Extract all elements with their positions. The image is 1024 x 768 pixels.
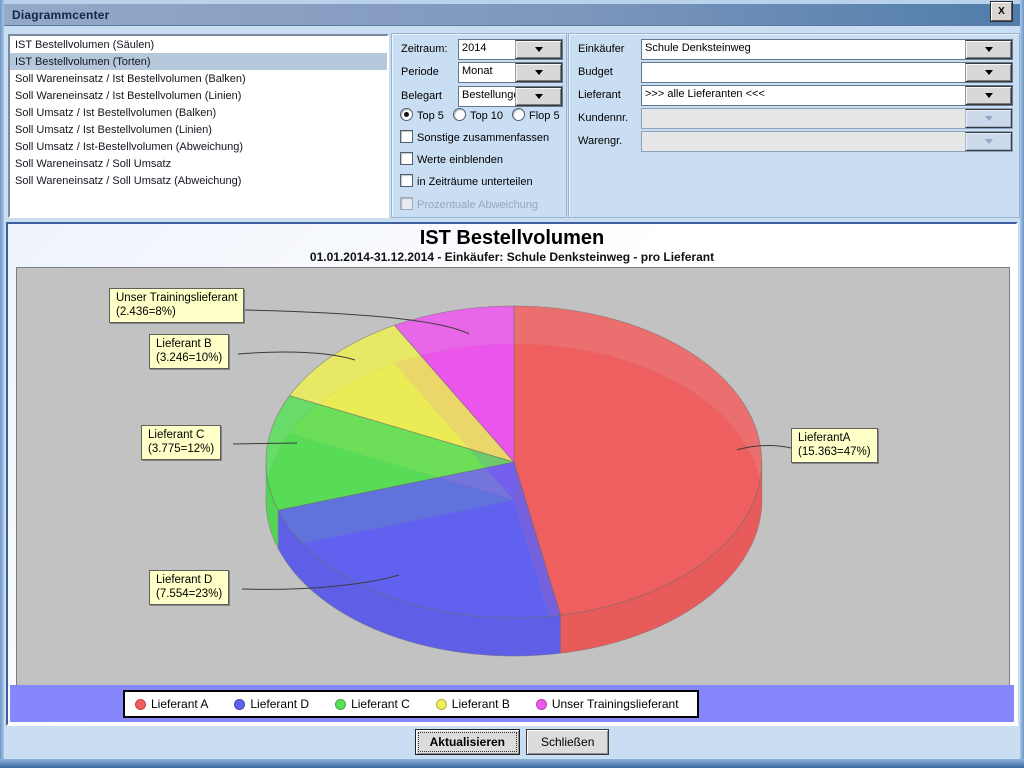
plot-area: Unser Trainingslieferant(2.436=8%) Liefe… bbox=[16, 267, 1010, 689]
legend-dot-icon bbox=[234, 699, 245, 710]
legend-label: Lieferant B bbox=[452, 697, 510, 711]
belegart-select[interactable]: Bestellungen bbox=[458, 86, 563, 107]
chart-type-option[interactable]: Soll Wareneinsatz / Ist Bestellvolumen (… bbox=[10, 87, 387, 104]
schliessen-button[interactable]: Schließen bbox=[526, 729, 609, 755]
chart-type-listbox[interactable]: IST Bestellvolumen (Säulen)IST Bestellvo… bbox=[8, 34, 389, 218]
belegart-label: Belegart bbox=[401, 90, 442, 102]
window-title-bar: Diagrammcenter bbox=[4, 4, 1020, 26]
budget-label: Budget bbox=[578, 66, 613, 78]
chart-type-option[interactable]: Soll Umsatz / Ist Bestellvolumen (Linien… bbox=[10, 121, 387, 138]
callout-lieferant-a: LieferantA(15.363=47%) bbox=[791, 428, 878, 463]
close-button[interactable]: X bbox=[991, 2, 1012, 21]
checkbox-zeitraeume[interactable]: in Zeiträume unterteilen bbox=[400, 174, 533, 188]
dropdown-arrow-icon[interactable] bbox=[515, 40, 562, 59]
window-frame-right bbox=[1020, 0, 1024, 768]
legend-label: Lieferant D bbox=[250, 697, 309, 711]
radio-icon[interactable] bbox=[512, 108, 525, 121]
checkbox-icon bbox=[400, 197, 413, 210]
legend-item: Lieferant A bbox=[135, 697, 208, 711]
window-frame-left bbox=[0, 0, 4, 768]
chart-subtitle: 01.01.2014-31.12.2014 - Einkäufer: Schul… bbox=[8, 250, 1016, 264]
callout-lieferant-b: Lieferant B(3.246=10%) bbox=[149, 334, 229, 369]
callout-trainingslieferant: Unser Trainingslieferant(2.436=8%) bbox=[109, 288, 244, 323]
einkaeufer-value: Schule Denksteinweg bbox=[642, 40, 965, 59]
chart-type-option[interactable]: Soll Umsatz / Ist Bestellvolumen (Balken… bbox=[10, 104, 387, 121]
radio-flop5[interactable]: Flop 5 bbox=[512, 108, 560, 122]
radio-top10[interactable]: Top 10 bbox=[453, 108, 503, 122]
chart-type-option[interactable]: IST Bestellvolumen (Torten) bbox=[10, 53, 387, 70]
radio-icon[interactable] bbox=[400, 108, 413, 121]
legend-dot-icon bbox=[436, 699, 447, 710]
chart-type-option[interactable]: Soll Umsatz / Ist-Bestellvolumen (Abweic… bbox=[10, 138, 387, 155]
periode-label: Periode bbox=[401, 66, 439, 78]
pie-chart bbox=[266, 306, 762, 656]
radio-top5[interactable]: Top 5 bbox=[400, 108, 444, 122]
periode-select[interactable]: Monat bbox=[458, 62, 563, 83]
legend-dot-icon bbox=[536, 699, 547, 710]
einkaeufer-label: Einkäufer bbox=[578, 43, 624, 55]
warengr-label: Warengr. bbox=[578, 135, 622, 147]
legend-item: Lieferant B bbox=[436, 697, 510, 711]
kundennr-label: Kundennr. bbox=[578, 112, 628, 124]
legend-label: Unser Trainingslieferant bbox=[552, 697, 679, 711]
callout-lieferant-c: Lieferant C(3.775=12%) bbox=[141, 425, 221, 460]
chart-panel: IST Bestellvolumen 01.01.2014-31.12.2014… bbox=[6, 222, 1018, 726]
kundennr-value bbox=[642, 109, 965, 128]
chart-legend: Lieferant A Lieferant D Lieferant C Liefera… bbox=[123, 690, 699, 718]
checkbox-icon[interactable] bbox=[400, 152, 413, 165]
dropdown-arrow-icon bbox=[965, 132, 1012, 151]
dropdown-arrow-icon[interactable] bbox=[965, 86, 1012, 105]
lieferant-select[interactable]: >>> alle Lieferanten <<< bbox=[641, 85, 1013, 106]
dropdown-arrow-icon[interactable] bbox=[515, 63, 562, 82]
legend-item: Unser Trainingslieferant bbox=[536, 697, 679, 711]
warengr-select bbox=[641, 131, 1013, 152]
checkbox-icon[interactable] bbox=[400, 130, 413, 143]
chart-title: IST Bestellvolumen bbox=[8, 227, 1016, 250]
zeitraum-select[interactable]: 2014 bbox=[458, 39, 563, 60]
einkaeufer-select[interactable]: Schule Denksteinweg bbox=[641, 39, 1013, 60]
checkbox-sonstige[interactable]: Sonstige zusammenfassen bbox=[400, 130, 549, 144]
legend-item: Lieferant C bbox=[335, 697, 410, 711]
pie-svg bbox=[17, 268, 1009, 688]
legend-item: Lieferant D bbox=[234, 697, 309, 711]
lieferant-value: >>> alle Lieferanten <<< bbox=[642, 86, 965, 105]
callout-lieferant-d: Lieferant D(7.554=23%) bbox=[149, 570, 229, 605]
footer: Aktualisieren Schließen bbox=[0, 729, 1024, 755]
filter-group: Zeitraum: 2014 Periode Monat Belegart Be… bbox=[391, 33, 567, 218]
budget-value bbox=[642, 63, 965, 82]
dropdown-arrow-icon[interactable] bbox=[965, 63, 1012, 82]
dropdown-arrow-icon bbox=[965, 109, 1012, 128]
belegart-value: Bestellungen bbox=[459, 87, 515, 106]
zeitraum-value: 2014 bbox=[459, 40, 515, 59]
legend-dot-icon bbox=[135, 699, 146, 710]
checkbox-prozentuale: Prozentuale Abweichung bbox=[400, 197, 538, 211]
warengr-value bbox=[642, 132, 965, 151]
aktualisieren-button[interactable]: Aktualisieren bbox=[415, 729, 520, 755]
dropdown-arrow-icon[interactable] bbox=[515, 87, 562, 106]
checkbox-werte[interactable]: Werte einblenden bbox=[400, 152, 503, 166]
radio-icon[interactable] bbox=[453, 108, 466, 121]
window-title: Diagrammcenter bbox=[4, 8, 110, 22]
zeitraum-label: Zeitraum: bbox=[401, 43, 447, 55]
legend-dot-icon bbox=[335, 699, 346, 710]
chart-type-option[interactable]: IST Bestellvolumen (Säulen) bbox=[10, 36, 387, 53]
lieferant-label: Lieferant bbox=[578, 89, 621, 101]
close-icon: X bbox=[998, 6, 1005, 17]
dropdown-arrow-icon[interactable] bbox=[965, 40, 1012, 59]
checkbox-icon[interactable] bbox=[400, 174, 413, 187]
chart-type-option[interactable]: Soll Wareneinsatz / Soll Umsatz (Abweich… bbox=[10, 172, 387, 189]
legend-label: Lieferant A bbox=[151, 697, 208, 711]
window-frame-bottom bbox=[0, 759, 1024, 768]
chart-type-option[interactable]: Soll Wareneinsatz / Soll Umsatz bbox=[10, 155, 387, 172]
kundennr-select bbox=[641, 108, 1013, 129]
chart-type-option[interactable]: Soll Wareneinsatz / Ist Bestellvolumen (… bbox=[10, 70, 387, 87]
legend-strip: Lieferant A Lieferant D Lieferant C Liefera… bbox=[10, 685, 1014, 722]
budget-select[interactable] bbox=[641, 62, 1013, 83]
periode-value: Monat bbox=[459, 63, 515, 82]
selector-group: Einkäufer Schule Denksteinweg Budget Lie… bbox=[568, 33, 1020, 218]
legend-label: Lieferant C bbox=[351, 697, 410, 711]
